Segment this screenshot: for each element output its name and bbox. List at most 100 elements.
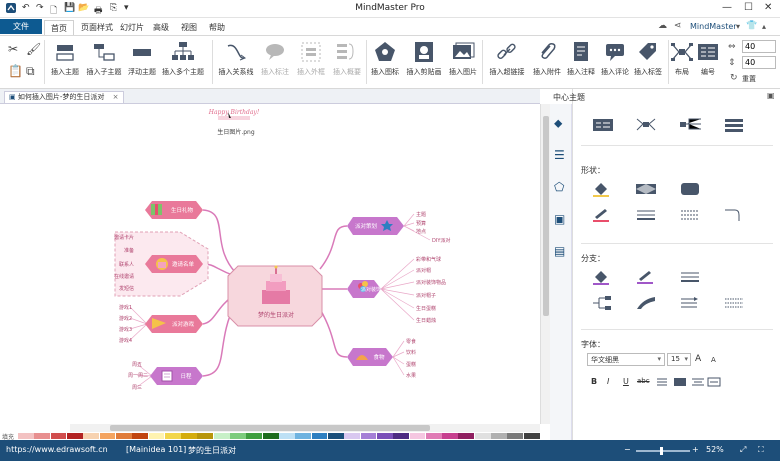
font-size-select[interactable]: 15 ▾ <box>667 353 691 366</box>
insert-boundary-button[interactable]: 插入外框 <box>294 40 328 77</box>
palette-swatch[interactable] <box>246 433 263 439</box>
central-topic[interactable]: 梦的生日派对 <box>227 265 323 327</box>
strikethrough-button[interactable]: abc <box>637 377 650 385</box>
border-weight-icon[interactable] <box>635 207 657 223</box>
topic-food[interactable]: 食物 <box>347 348 393 366</box>
palette-swatch[interactable] <box>66 433 83 439</box>
palette-swatch[interactable] <box>425 433 442 439</box>
palette-swatch[interactable] <box>262 433 279 439</box>
text-align-icon[interactable] <box>691 377 705 387</box>
taper-line-icon[interactable] <box>635 295 657 311</box>
task-calendar-icon[interactable]: ▤ <box>554 244 565 258</box>
tab-help[interactable]: 帮助 <box>203 20 231 35</box>
font-color-icon[interactable] <box>655 377 669 387</box>
palette-swatch[interactable] <box>213 433 230 439</box>
website-link[interactable]: https://www.edrawsoft.cn <box>6 445 108 454</box>
cloud-icon[interactable]: ☁ <box>658 21 667 31</box>
tab-slides[interactable]: 幻灯片 <box>114 20 150 35</box>
vertical-spacing-input[interactable] <box>742 56 776 69</box>
horizontal-scroll-thumb[interactable] <box>110 425 430 431</box>
topic-party-decor[interactable]: 派对装饰 <box>347 280 381 298</box>
insert-subtopic-button[interactable]: 插入子主题 <box>84 40 124 77</box>
palette-swatch[interactable] <box>148 433 165 439</box>
fullscreen-icon[interactable]: ⛶ <box>758 445 764 455</box>
palette-swatch[interactable] <box>327 433 344 439</box>
palette-swatch[interactable] <box>230 433 246 439</box>
collapse-ribbon-icon[interactable]: ▴ <box>762 22 766 31</box>
format-brush-icon[interactable]: ⬥ <box>554 116 562 131</box>
insert-topic-button[interactable]: 插入主题 <box>48 40 82 77</box>
font-family-select[interactable]: 华文细黑 ▾ <box>587 353 665 366</box>
connector-style-icon[interactable] <box>591 295 613 311</box>
shirt-icon[interactable]: 👕 <box>746 21 757 31</box>
palette-swatch[interactable] <box>164 433 181 439</box>
palette-swatch[interactable] <box>507 433 524 439</box>
horizontal-spacing-input[interactable] <box>742 40 776 53</box>
zoom-slider-thumb[interactable] <box>660 447 663 455</box>
insert-multiple-topics-button[interactable]: 插入多个主题 <box>160 40 206 77</box>
tab-home[interactable]: 首页 <box>44 20 74 35</box>
decrease-font-button[interactable]: A <box>711 356 716 364</box>
maximize-button[interactable]: ☐ <box>744 2 753 13</box>
topic-invite-list[interactable]: 邀请名单 <box>145 255 203 273</box>
bold-button[interactable]: B <box>591 377 597 386</box>
zoom-out-button[interactable]: − <box>624 445 631 454</box>
topic-schedule[interactable]: 日程 <box>150 367 203 385</box>
insert-tag-button[interactable]: 插入标签 <box>632 40 664 77</box>
panel-close-icon[interactable]: ▣ <box>767 91 775 100</box>
palette-swatch[interactable] <box>34 433 51 439</box>
palette-swatch[interactable] <box>491 433 507 439</box>
reset-icon[interactable]: ↻ <box>730 73 738 83</box>
tab-page-style[interactable]: 页面样式 <box>75 20 119 35</box>
text-case-icon[interactable] <box>707 377 721 387</box>
palette-swatch[interactable] <box>50 433 67 439</box>
mindmap-canvas[interactable]: Happy Birthday! 生日图片.png 梦的生日派对 生日礼物 邀请名… <box>0 104 540 424</box>
floating-image[interactable]: Happy Birthday! <box>208 109 260 120</box>
structure-list-icon[interactable] <box>723 117 751 133</box>
palette-swatch[interactable] <box>344 433 361 439</box>
insert-note-button[interactable]: 插入注释 <box>566 40 596 77</box>
tab-file[interactable]: 文件 <box>0 19 42 34</box>
insert-summary-button[interactable]: 插入概要 <box>330 40 364 77</box>
minimize-button[interactable]: — <box>722 2 732 13</box>
palette-swatch[interactable] <box>18 433 34 439</box>
palette-swatch[interactable] <box>311 433 328 439</box>
corner-style-icon[interactable] <box>723 207 745 223</box>
structure-map-icon[interactable] <box>591 117 619 133</box>
insert-clipart-button[interactable]: 插入剪贴画 <box>404 40 444 77</box>
fit-page-icon[interactable]: ⤢ <box>740 445 746 455</box>
palette-swatch[interactable] <box>279 433 295 439</box>
palette-swatch[interactable] <box>474 433 491 439</box>
account-name[interactable]: MindMaster <box>690 22 737 31</box>
palette-swatch[interactable] <box>115 433 132 439</box>
topic-gift[interactable]: 生日礼物 <box>145 201 203 219</box>
insert-comment-button[interactable]: 插入评论 <box>598 40 632 77</box>
zoom-in-button[interactable]: + <box>692 445 699 454</box>
palette-swatch[interactable] <box>442 433 458 439</box>
palette-swatch[interactable] <box>181 433 197 439</box>
structure-tree-icon[interactable] <box>635 117 663 133</box>
italic-button[interactable]: I <box>607 377 609 386</box>
palette-swatch[interactable] <box>197 433 214 439</box>
insert-relation-button[interactable]: 插入关系线 <box>216 40 256 77</box>
fill-color-icon[interactable] <box>591 181 613 197</box>
close-tab-icon[interactable]: × <box>113 93 119 101</box>
vertical-scroll-thumb[interactable] <box>543 116 549 316</box>
copy-icon[interactable]: ⧉ <box>26 64 35 79</box>
layout-button[interactable]: 布局 <box>670 40 694 77</box>
document-tab[interactable]: ▣ 如何插入图片-梦的生日派对 × <box>4 91 124 103</box>
clipart-library-icon[interactable]: ▣ <box>554 212 565 226</box>
tab-advanced[interactable]: 高级 <box>147 20 175 35</box>
close-window-button[interactable]: ✕ <box>764 2 772 13</box>
cut-icon[interactable]: ✂ <box>8 42 18 56</box>
rounded-shape-icon[interactable] <box>679 181 701 197</box>
highlight-color-icon[interactable] <box>673 377 687 387</box>
horizontal-scrollbar[interactable] <box>70 424 540 432</box>
palette-swatch[interactable] <box>132 433 148 439</box>
arrow-style-icon[interactable] <box>679 295 701 311</box>
border-color-icon[interactable] <box>591 207 613 223</box>
branch-fill-icon[interactable] <box>591 269 613 285</box>
insert-image-button[interactable]: 插入图片 <box>446 40 480 77</box>
border-dash-icon[interactable] <box>679 207 701 223</box>
outline-list-icon[interactable]: ☰ <box>554 148 565 162</box>
